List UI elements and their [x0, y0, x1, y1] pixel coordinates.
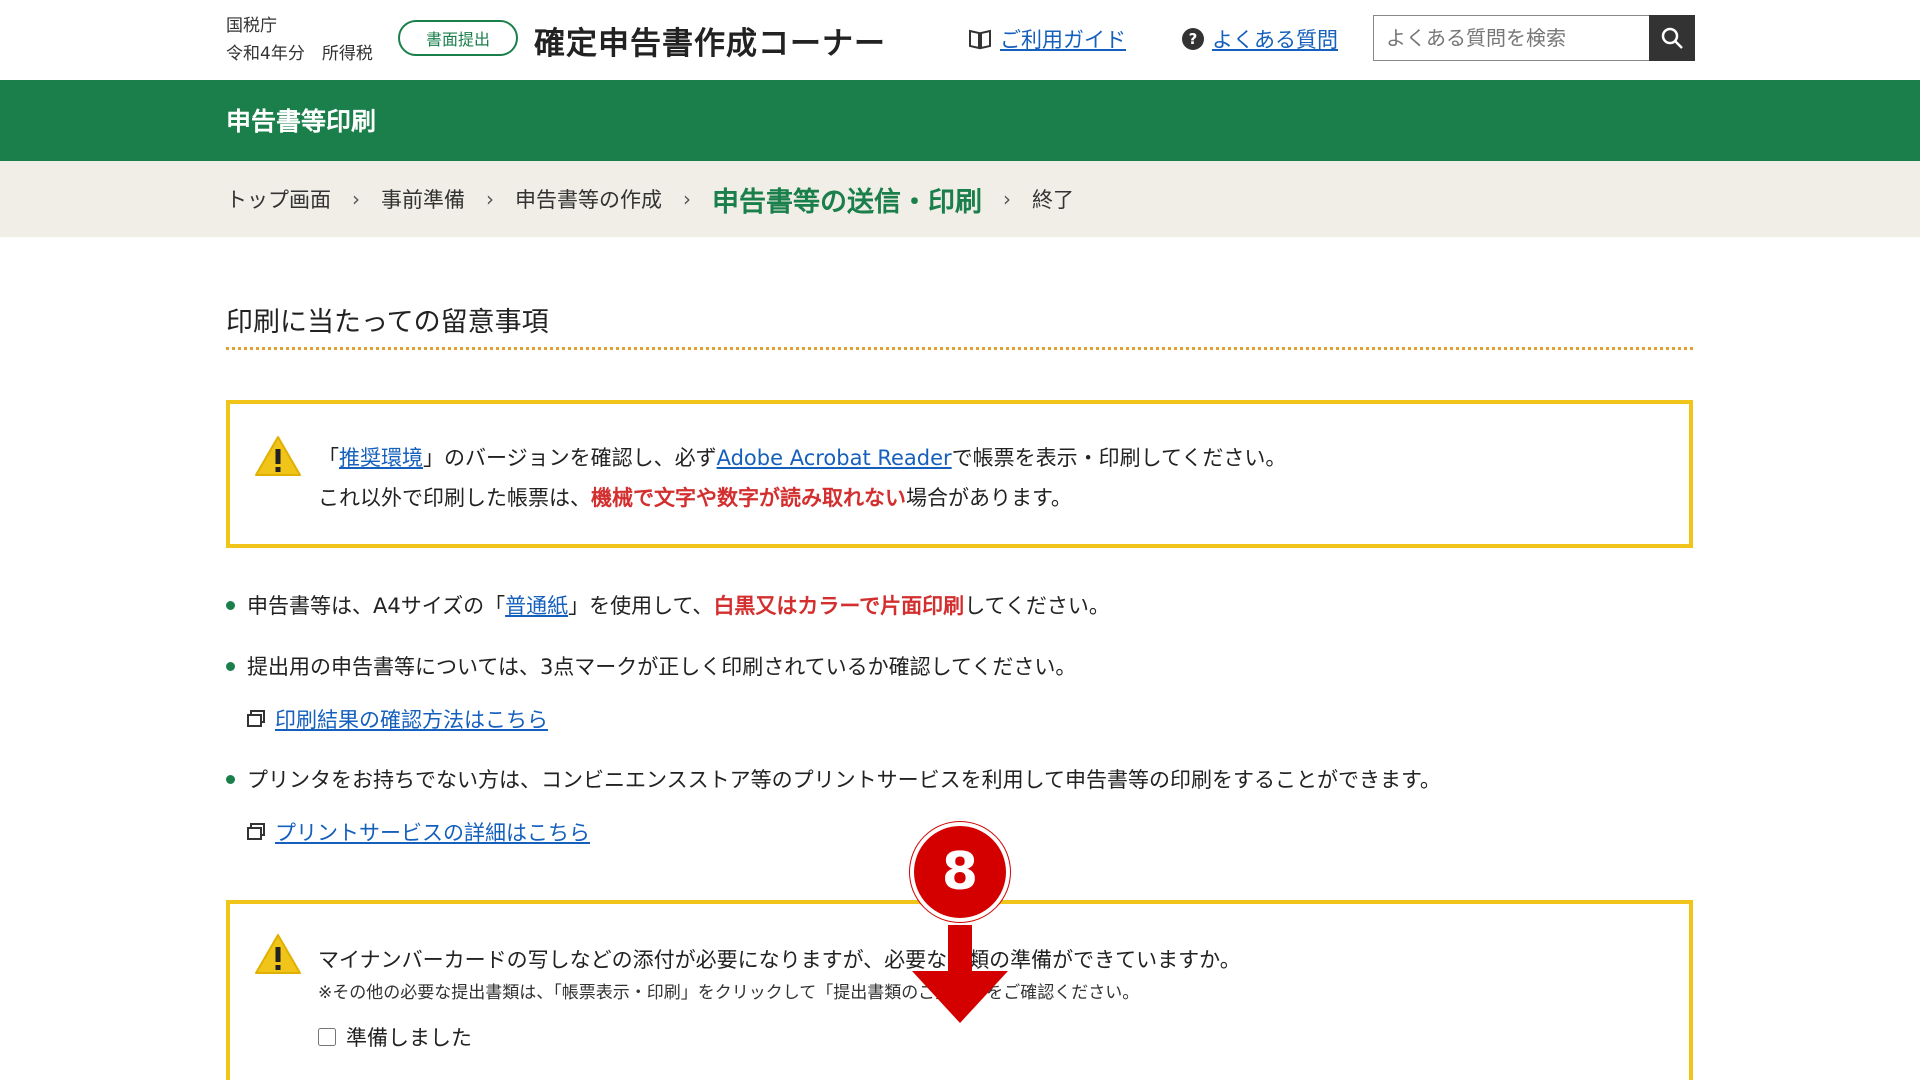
breadcrumb-item-top: トップ画面 [226, 188, 331, 212]
notice1-text: 「 [318, 446, 339, 470]
bullet-text: 」を使用して、 [568, 594, 714, 618]
faq-link[interactable]: ? よくある質問 [1182, 24, 1338, 54]
bullet-text: 提出用の申告書等については、3点マークが正しく印刷されているか確認してください。 [247, 655, 1077, 679]
tax-year: 令和4年分 所得税 [226, 44, 373, 64]
print-service-label: プリントサービスの詳細はこちら [275, 821, 590, 845]
bullet-dot [226, 600, 235, 610]
guide-link-label: ご利用ガイド [1000, 28, 1126, 52]
question-icon: ? [1182, 28, 1204, 50]
prepared-checkbox-row[interactable]: 準備しました [318, 1022, 472, 1052]
mode-pill: 書面提出 [398, 20, 518, 56]
new-window-icon [247, 710, 265, 727]
acrobat-reader-link[interactable]: Adobe Acrobat Reader [717, 446, 952, 470]
section-heading: 印刷に当たっての留意事項 [226, 307, 549, 338]
recommended-env-link[interactable]: 推奨環境 [339, 446, 423, 470]
faq-link-label: よくある質問 [1212, 28, 1338, 52]
page-title: 申告書等印刷 [226, 107, 377, 136]
bullet-dot [226, 661, 235, 671]
list-item: 申告書等は、A4サイズの「 普通紙 」を使用して、 白黒又はカラーで片面印刷 してくださ… [226, 590, 1110, 620]
notice1-alert-text: 機械で文字や数字が読み取れない [591, 486, 906, 510]
print-warning-box: 「推奨環境」のバージョンを確認し、必ずAdobe Acrobat Readerで… [226, 400, 1693, 548]
arrow-down-icon [912, 925, 1008, 1023]
notice2-line1: マイナンバーカードの写しなどの添付が必要になりますが、必要な書類の準備ができてい… [318, 948, 1241, 972]
notice1-text: これ以外で印刷した帳票は、 [318, 486, 591, 510]
bullet-alert-text: 白黒又はカラーで片面印刷 [713, 594, 965, 618]
breadcrumb-item-finish: 終了 [1032, 188, 1074, 212]
new-window-icon [247, 823, 265, 840]
list-item: 提出用の申告書等については、3点マークが正しく印刷されているか確認してください。 [226, 651, 1076, 681]
breadcrumb-item-preparation: 事前準備 [381, 188, 465, 212]
list-item: プリンタをお持ちでない方は、コンビニエンスストア等のプリントサービスを利用して申… [226, 764, 1441, 794]
bullet-text: 申告書等は、A4サイズの「 [247, 594, 506, 618]
search-icon [1661, 27, 1683, 49]
search-button[interactable] [1649, 15, 1695, 61]
chevron-right-icon: › [352, 187, 360, 211]
chevron-right-icon: › [1003, 187, 1011, 211]
chevron-right-icon: › [683, 187, 691, 211]
notice1-line2: これ以外で印刷した帳票は、機械で文字や数字が読み取れない場合があります。 [318, 482, 1072, 512]
print-service-link[interactable]: プリントサービスの詳細はこちら [247, 817, 590, 847]
notice1-text: 場合があります。 [906, 486, 1072, 510]
page-title-band: 申告書等印刷 [0, 80, 1920, 161]
dotted-divider [226, 347, 1693, 350]
guide-link[interactable]: ご利用ガイド [968, 24, 1126, 54]
print-check-method-link[interactable]: 印刷結果の確認方法はこちら [247, 704, 548, 734]
agency-info: 国税庁 令和4年分 所得税 [226, 12, 373, 68]
breadcrumb-item-send-print: 申告書等の送信・印刷 [712, 186, 982, 218]
notice2-line2: ※その他の必要な提出書類は、「帳票表示・印刷」をクリックして「提出書類のご案内」… [318, 983, 1140, 1003]
bullet-text: してください。 [964, 594, 1110, 618]
search-input[interactable] [1373, 15, 1649, 61]
breadcrumb: トップ画面 › 事前準備 › 申告書等の作成 › 申告書等の送信・印刷 › 終了 [0, 161, 1920, 237]
agency-name: 国税庁 [226, 16, 277, 36]
site-title: 確定申告書作成コーナー [534, 26, 886, 62]
bullet-dot [226, 774, 235, 784]
warning-icon [255, 436, 301, 476]
step-number-badge: 8 [910, 822, 1010, 922]
site-header: 国税庁 令和4年分 所得税 書面提出 確定申告書作成コーナー ご利用ガイド ? … [0, 0, 1920, 80]
notice1-text: で帳票を表示・印刷してください。 [951, 446, 1287, 470]
warning-icon [255, 934, 301, 974]
prepared-checkbox[interactable] [318, 1028, 336, 1046]
prepared-checkbox-label: 準備しました [346, 1026, 472, 1050]
notice1-line1: 「推奨環境」のバージョンを確認し、必ずAdobe Acrobat Readerで… [318, 442, 1286, 472]
book-icon [969, 29, 991, 50]
notice1-text: 」のバージョンを確認し、必ず [423, 446, 717, 470]
chevron-right-icon: › [486, 187, 494, 211]
plain-paper-link[interactable]: 普通紙 [505, 590, 568, 620]
print-check-method-label: 印刷結果の確認方法はこちら [275, 708, 548, 732]
bullet-text: プリンタをお持ちでない方は、コンビニエンスストア等のプリントサービスを利用して申… [247, 768, 1441, 792]
breadcrumb-item-create: 申告書等の作成 [515, 188, 662, 212]
